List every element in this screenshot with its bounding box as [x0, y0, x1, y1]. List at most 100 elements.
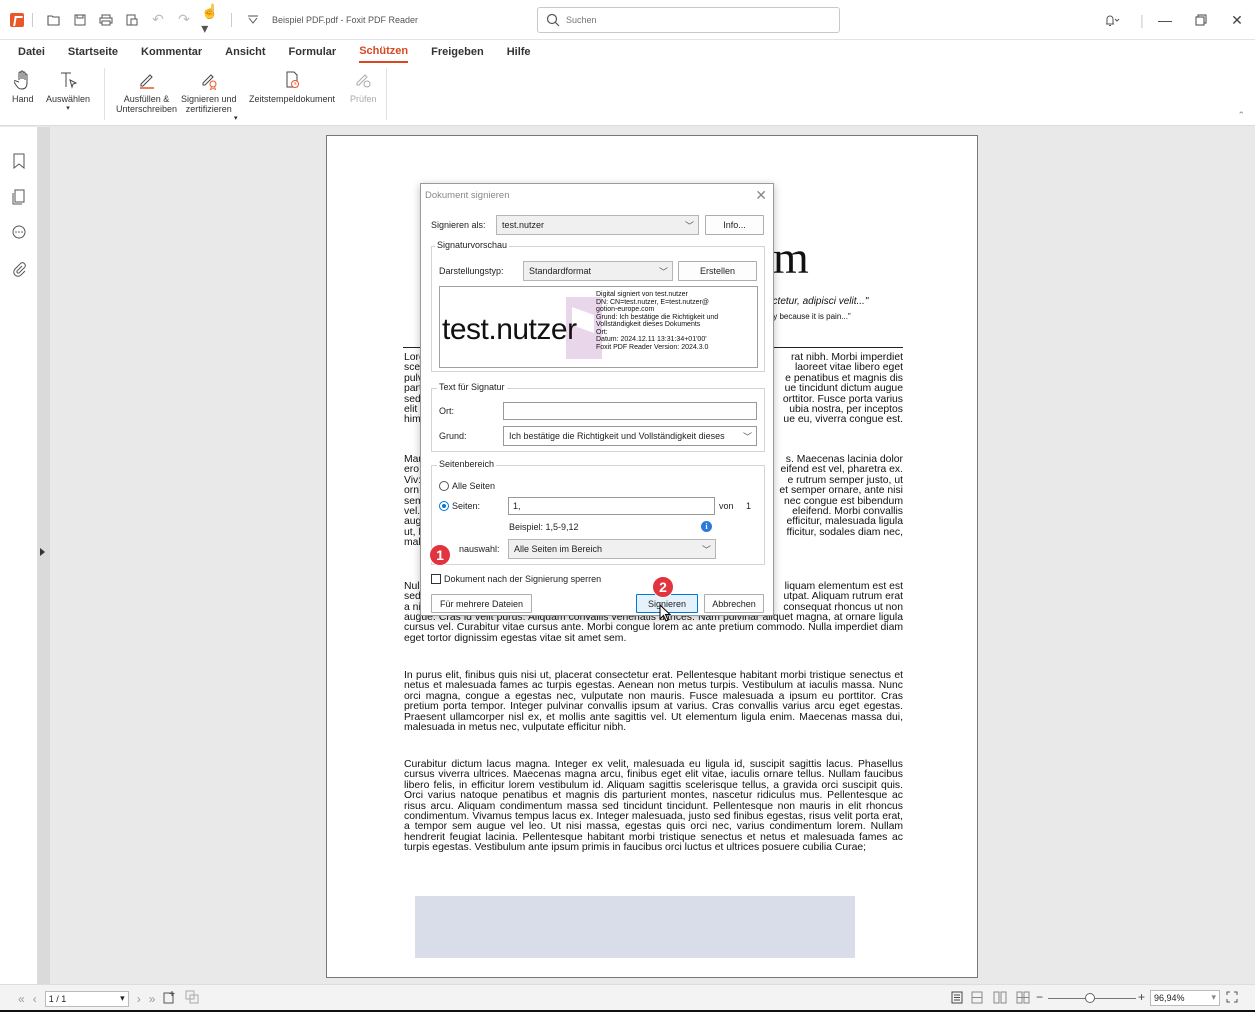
of-label: von [719, 501, 734, 511]
menu-ansicht[interactable]: Ansicht [225, 42, 265, 62]
attachment-icon[interactable] [0, 251, 38, 287]
collapse-ribbon-icon[interactable]: ⌃ [1237, 110, 1245, 121]
all-pages-label: Alle Seiten [452, 481, 496, 491]
export-icon[interactable] [124, 12, 140, 28]
divider: | [1140, 12, 1144, 28]
continuous-facing-view-icon[interactable] [1016, 991, 1030, 1007]
multiple-files-button[interactable]: Für mehrere Dateien [431, 594, 532, 613]
search-input[interactable] [566, 15, 806, 25]
pdf-text-line: ue eu, viverra congue est. [783, 414, 903, 426]
signature-name: test.nutzer [442, 313, 577, 346]
menu-datei[interactable]: Datei [18, 42, 45, 62]
open-folder-icon[interactable] [46, 12, 62, 28]
menu-freigeben[interactable]: Freigeben [431, 42, 484, 62]
page-number-input[interactable]: 1 / 1 ▾ [44, 990, 129, 1007]
page-number-value: 1 / 1 [48, 993, 67, 1004]
menu-kommentar[interactable]: Kommentar [141, 42, 202, 62]
all-pages-radio[interactable] [439, 481, 449, 491]
divider [104, 68, 105, 120]
chevron-down-icon: ﹀ [701, 545, 711, 555]
notification-bell-icon[interactable] [1087, 0, 1137, 40]
zoom-in-icon[interactable]: + [1138, 990, 1145, 1004]
menu-bar: Datei Startseite Kommentar Ansicht Formu… [0, 40, 1255, 64]
redo-icon[interactable]: ↷ [176, 11, 192, 28]
pages-label: Seiten: [452, 501, 481, 511]
restore-icon[interactable] [1183, 0, 1219, 40]
pdf-text-line: et semper ornare, ante nisi [779, 485, 903, 497]
zoom-level-input[interactable]: 96,94% ▾ [1150, 990, 1220, 1006]
lock-after-sign-checkbox[interactable] [431, 574, 441, 584]
last-page-icon[interactable]: » [149, 992, 156, 1006]
fullscreen-icon[interactable] [1226, 991, 1238, 1006]
insert-page-icon[interactable] [163, 990, 177, 1007]
minimize-icon[interactable]: — [1147, 0, 1183, 40]
sign-cert-label-1: Signieren und [181, 94, 237, 104]
undo-icon[interactable]: ↶ [150, 11, 166, 28]
next-page-icon[interactable]: › [137, 992, 141, 1006]
hand-tool-button[interactable]: Hand [12, 66, 34, 104]
continuous-view-icon[interactable] [971, 991, 983, 1007]
page-count: 1 [746, 501, 752, 511]
signature-preview: test.nutzer Digital signiert von test.nu… [439, 286, 758, 368]
location-input[interactable] [503, 402, 757, 420]
chevron-down-icon: ▾ [234, 115, 238, 122]
status-bar: « ‹ 1 / 1 ▾ › » − + 96,94% ▾ [0, 984, 1255, 1012]
info-icon[interactable]: i [701, 521, 712, 532]
signature-detail-line: Digital signiert von test.nutzer [596, 291, 688, 298]
comments-icon[interactable] [0, 215, 38, 251]
fill-sign-label-2: Unterschreiben [116, 104, 178, 114]
sign-certify-icon [199, 66, 219, 94]
create-button[interactable]: Erstellen [678, 261, 757, 281]
extract-page-icon[interactable] [185, 990, 199, 1007]
pages-icon[interactable] [0, 179, 38, 215]
pdf-text-line [779, 538, 903, 548]
search-box[interactable] [537, 7, 840, 33]
sign-and-certify-button[interactable]: Signieren und zertifizieren [181, 66, 237, 114]
divider [32, 12, 33, 27]
menu-schuetzen[interactable]: Schützen [359, 41, 409, 63]
select-label: Auswählen [46, 94, 91, 104]
timestamp-document-button[interactable]: Zeitstempeldokument [249, 66, 335, 104]
subset-dropdown[interactable]: Alle Seiten im Bereich ﹀ [508, 539, 716, 559]
display-type-dropdown[interactable]: Standardformat ﹀ [523, 261, 673, 281]
info-button[interactable]: Info... [705, 215, 764, 235]
left-panel [0, 127, 38, 984]
pages-radio[interactable] [439, 501, 449, 511]
menu-startseite[interactable]: Startseite [68, 42, 118, 62]
close-icon[interactable]: ✕ [1219, 0, 1255, 40]
close-icon[interactable]: ✕ [755, 187, 767, 204]
foxit-logo-icon [10, 12, 24, 27]
timestamp-label: Zeitstempeldokument [249, 94, 336, 104]
facing-view-icon[interactable] [993, 991, 1007, 1007]
previous-page-icon[interactable]: ‹ [33, 992, 37, 1006]
verify-button[interactable]: Prüfen [350, 66, 377, 104]
chevron-down-icon: ▾ [120, 992, 125, 1003]
menu-formular[interactable]: Formular [289, 42, 337, 62]
print-icon[interactable] [98, 12, 114, 28]
verify-icon [353, 66, 373, 94]
customize-quickaccess-icon[interactable] [245, 12, 261, 28]
bookmark-icon[interactable] [0, 143, 38, 179]
signature-details: Digital signiert von test.nutzer DN: CN=t… [596, 291, 718, 351]
single-page-view-icon[interactable] [951, 991, 963, 1007]
zoom-out-icon[interactable]: − [1036, 990, 1043, 1004]
hand-tool-dropdown-icon[interactable]: ☝▾ [201, 3, 218, 36]
cancel-button[interactable]: Abbrechen [704, 594, 764, 613]
pages-input[interactable]: 1, [508, 497, 715, 515]
pen-icon [137, 66, 157, 94]
ribbon-toolbar: Hand Auswählen ▾ Ausfüllen & Unterschrei… [0, 64, 1255, 126]
pdf-text-line: fficitur, sodales diam nec, [786, 526, 903, 538]
sign-document-dialog: Dokument signieren ✕ Signieren als: test… [420, 183, 774, 616]
pdf-text-line: consequat rhoncus ut non [783, 601, 903, 613]
pdf-text-right-fragment: rat nibh. Morbi imperdiet laoreet vitae l… [783, 352, 903, 426]
first-page-icon[interactable]: « [18, 992, 25, 1006]
menu-hilfe[interactable]: Hilfe [507, 42, 531, 62]
expand-panel-icon[interactable] [40, 548, 45, 556]
fill-and-sign-button[interactable]: Ausfüllen & Unterschreiben [116, 66, 177, 114]
zoom-slider-handle[interactable] [1085, 993, 1095, 1003]
reason-dropdown[interactable]: Ich bestätige die Richtigkeit und Vollst… [503, 426, 757, 446]
select-tool-button[interactable]: Auswählen ▾ [46, 66, 90, 114]
window-controls: | — ✕ [1087, 0, 1255, 40]
save-icon[interactable] [72, 12, 88, 28]
sign-as-dropdown[interactable]: test.nutzer ﹀ [496, 215, 699, 235]
